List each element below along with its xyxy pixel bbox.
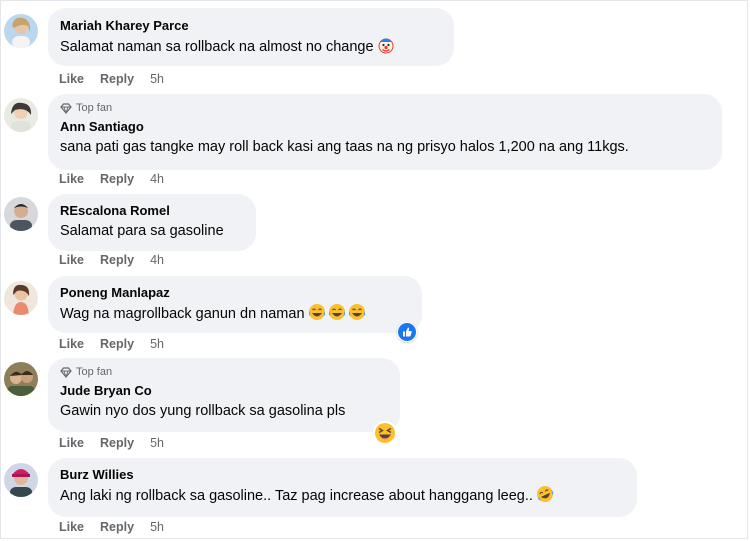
comment-bubble: Top fan Jude Bryan Co Gawin nyo dos yung… — [48, 358, 400, 432]
squinting-laugh-reaction-icon[interactable] — [373, 421, 397, 445]
reply-button[interactable]: Reply — [100, 337, 134, 351]
reply-button[interactable]: Reply — [100, 520, 134, 534]
comment-text: Ang laki ng rollback sa gasoline.. Taz p… — [60, 485, 625, 510]
comment-bubble: REscalona Romel Salamat para sa gasoline — [48, 194, 256, 251]
avatar[interactable] — [4, 98, 38, 132]
clown-face-icon — [377, 36, 395, 61]
comment-author[interactable]: Mariah Kharey Parce — [60, 17, 442, 34]
comment-actions: Like Reply 4h — [59, 253, 164, 267]
laughing-tears-icon — [308, 303, 368, 328]
comment-time[interactable]: 5h — [150, 436, 164, 450]
like-reaction-icon[interactable] — [397, 322, 417, 342]
comment-time[interactable]: 5h — [150, 72, 164, 86]
reply-button[interactable]: Reply — [100, 72, 134, 86]
comment-actions: Like Reply 5h — [59, 520, 164, 534]
comment-time[interactable]: 5h — [150, 337, 164, 351]
badge-label: Top fan — [76, 102, 113, 114]
comment-actions: Like Reply 5h — [59, 72, 164, 86]
comment-time[interactable]: 5h — [150, 520, 164, 534]
rofl-icon — [536, 485, 554, 510]
avatar[interactable] — [4, 197, 38, 231]
comment-text: Salamat para sa gasoline — [60, 223, 224, 239]
comment-time[interactable]: 4h — [150, 253, 164, 267]
comment-actions: Like Reply 4h — [59, 172, 164, 186]
comment-text: Gawin nyo dos yung rollback sa gasolina … — [60, 403, 346, 419]
like-button[interactable]: Like — [59, 172, 84, 186]
comment-text: Wag na magrollback ganun dn naman — [60, 303, 410, 328]
top-fan-badge: Top fan — [60, 101, 710, 115]
comment-actions: Like Reply 5h — [59, 436, 164, 450]
diamond-icon — [60, 102, 72, 114]
like-button[interactable]: Like — [59, 520, 84, 534]
comment-author[interactable]: Poneng Manlapaz — [60, 284, 410, 301]
comment-author[interactable]: REscalona Romel — [60, 202, 244, 219]
like-button[interactable]: Like — [59, 72, 84, 86]
comment-bubble: Top fan Ann Santiago sana pati gas tangk… — [48, 94, 722, 170]
avatar[interactable] — [4, 14, 38, 48]
avatar[interactable] — [4, 362, 38, 396]
reply-button[interactable]: Reply — [100, 172, 134, 186]
like-button[interactable]: Like — [59, 253, 84, 267]
badge-label: Top fan — [76, 366, 113, 378]
avatar[interactable] — [4, 463, 38, 497]
comment-author[interactable]: Jude Bryan Co — [60, 382, 388, 399]
like-button[interactable]: Like — [59, 436, 84, 450]
comment-text: sana pati gas tangke may roll back kasi … — [60, 139, 629, 155]
comment-actions: Like Reply 5h — [59, 337, 164, 351]
comment-time[interactable]: 4h — [150, 172, 164, 186]
comment-author[interactable]: Ann Santiago — [60, 118, 710, 135]
reply-button[interactable]: Reply — [100, 436, 134, 450]
comment-text: Salamat naman sa rollback na almost no c… — [60, 36, 442, 61]
reply-button[interactable]: Reply — [100, 253, 134, 267]
avatar[interactable] — [4, 281, 38, 315]
comment-author[interactable]: Burz Willies — [60, 466, 625, 483]
comment-bubble: Burz Willies Ang laki ng rollback sa gas… — [48, 458, 637, 517]
top-fan-badge: Top fan — [60, 365, 388, 379]
comment-bubble: Poneng Manlapaz Wag na magrollback ganun… — [48, 276, 422, 333]
comment-bubble: Mariah Kharey Parce Salamat naman sa rol… — [48, 8, 454, 66]
like-button[interactable]: Like — [59, 337, 84, 351]
diamond-icon — [60, 366, 72, 378]
